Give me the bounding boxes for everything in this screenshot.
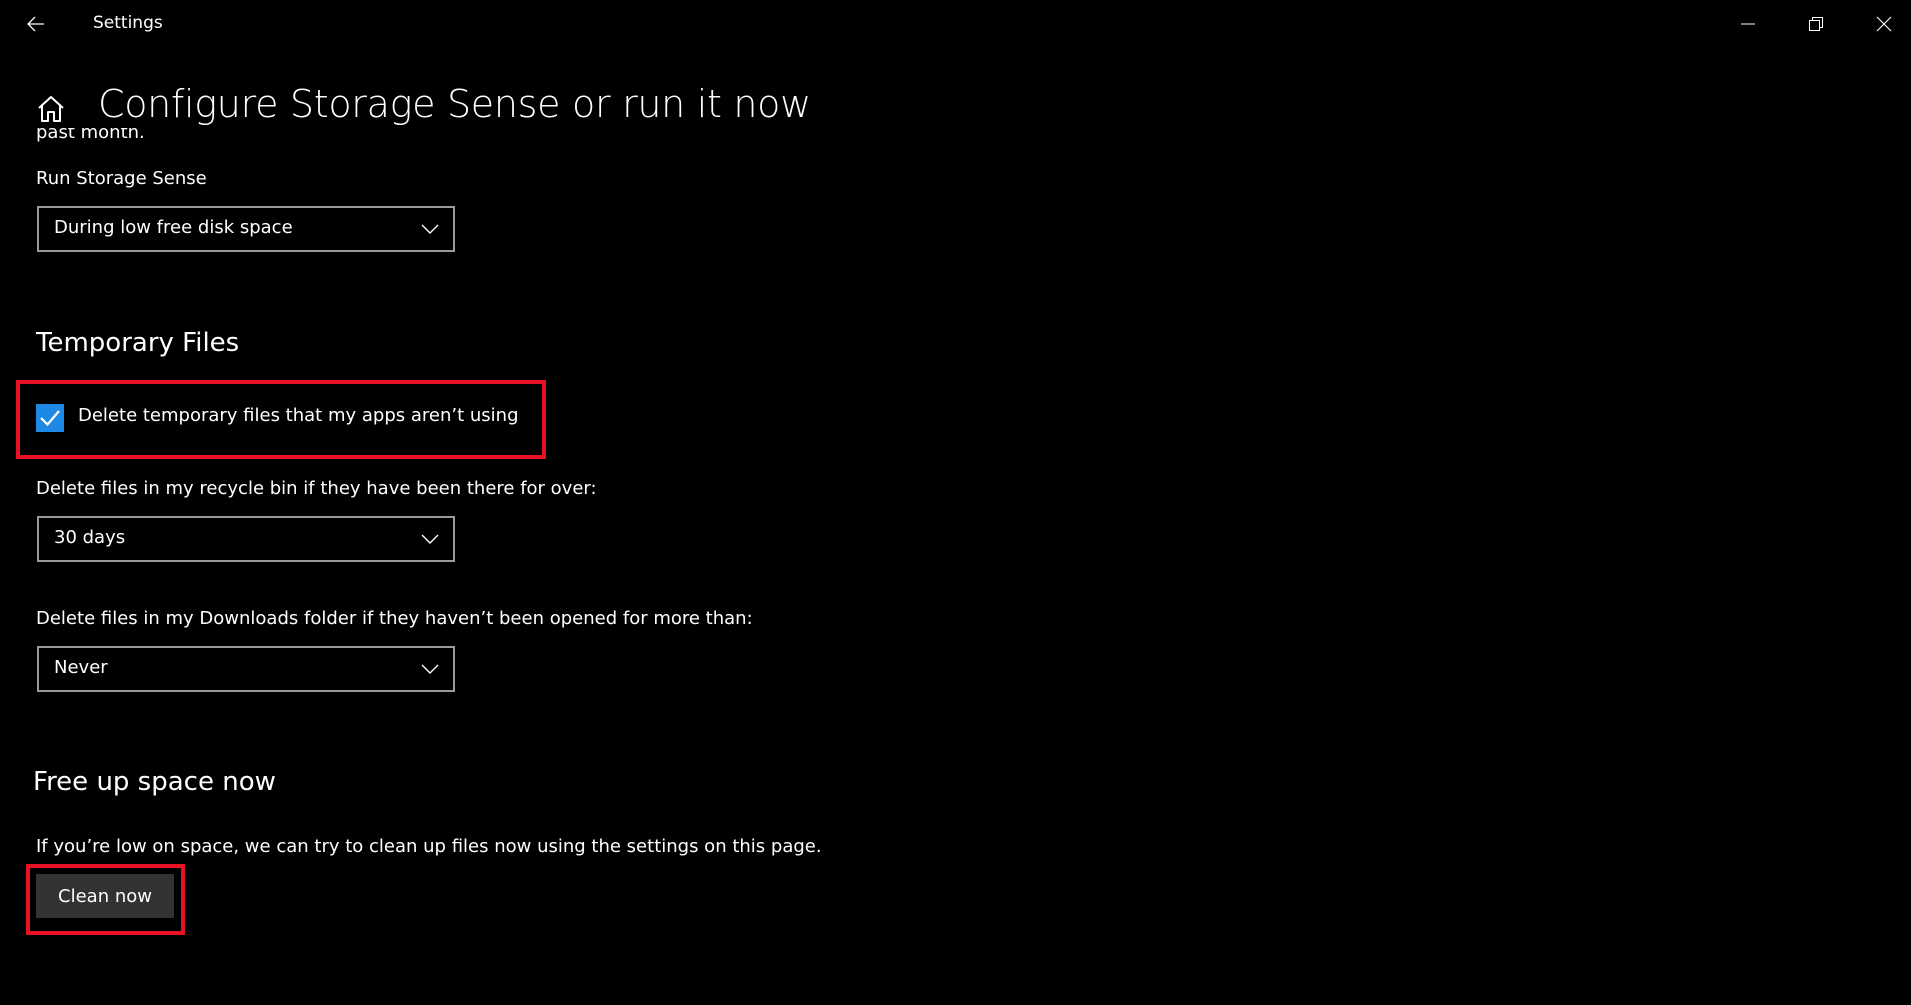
arrow-left-icon (27, 16, 44, 32)
free-up-space-heading: Free up space now (33, 767, 276, 797)
app-title: Settings (93, 13, 163, 33)
home-button[interactable] (36, 94, 66, 124)
clipped-previous-text: past month. (36, 128, 145, 143)
minimize-button[interactable] (1714, 0, 1782, 48)
downloads-value: Never (54, 657, 108, 678)
restore-button[interactable] (1782, 0, 1850, 48)
downloads-label: Delete files in my Downloads folder if t… (36, 608, 753, 629)
clean-now-button[interactable]: Clean now (36, 874, 174, 918)
delete-temp-files-label[interactable]: Delete temporary files that my apps aren… (78, 405, 519, 426)
free-up-space-description: If you’re low on space, we can try to cl… (36, 836, 822, 857)
minimize-icon (1741, 23, 1755, 25)
chevron-down-icon (421, 534, 439, 544)
temporary-files-heading: Temporary Files (36, 328, 240, 358)
downloads-dropdown[interactable]: Never (37, 646, 455, 692)
back-button[interactable] (16, 4, 56, 44)
close-button[interactable] (1850, 0, 1911, 48)
recycle-bin-label: Delete files in my recycle bin if they h… (36, 478, 597, 499)
chevron-down-icon (421, 664, 439, 674)
run-storage-sense-value: During low free disk space (54, 217, 293, 238)
recycle-bin-value: 30 days (54, 527, 126, 548)
restore-icon (1809, 17, 1823, 31)
recycle-bin-dropdown[interactable]: 30 days (37, 516, 455, 562)
chevron-down-icon (421, 224, 439, 234)
run-storage-sense-dropdown[interactable]: During low free disk space (37, 206, 455, 252)
checkmark-icon (40, 410, 60, 427)
close-icon (1876, 16, 1892, 32)
run-storage-sense-label: Run Storage Sense (36, 168, 207, 189)
page-title: Configure Storage Sense or run it now (98, 82, 811, 126)
home-icon (38, 96, 64, 122)
delete-temp-files-checkbox[interactable] (36, 404, 64, 432)
